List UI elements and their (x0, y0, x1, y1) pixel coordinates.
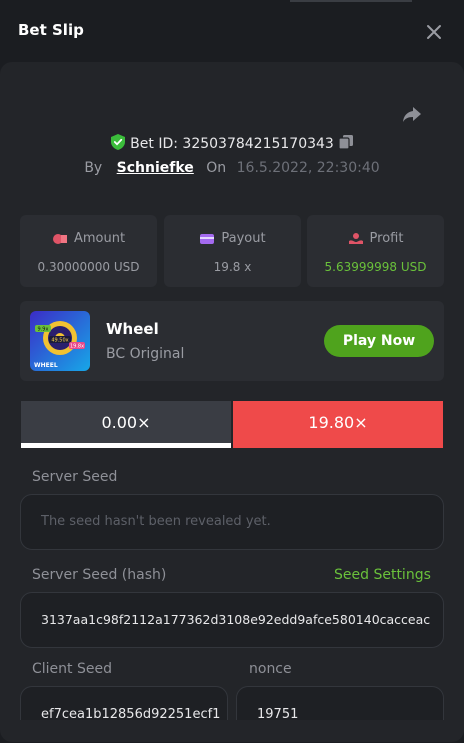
copy-icon[interactable] (338, 134, 354, 154)
header: Bet Slip (0, 0, 464, 62)
multiplier-tab-1[interactable]: 0.00× (21, 401, 231, 448)
game-thumbnail[interactable]: 9.9x 49.50x 19.8x WHEEL (30, 311, 90, 371)
client-seed-field[interactable]: ef7cea1b12856d92251ecf1 (20, 686, 228, 722)
nonce-field[interactable]: 19751 (236, 686, 444, 722)
payout-card: Payout 19.8 x (164, 215, 301, 287)
user-link[interactable]: Schniefke (117, 160, 194, 176)
client-seed-label: Client Seed (32, 661, 112, 677)
amount-icon (52, 231, 74, 246)
multiplier-tab-2[interactable]: 19.80× (233, 401, 443, 448)
payout-label: Payout (221, 231, 266, 246)
game-name: Wheel (106, 320, 159, 338)
wallet-icon (199, 231, 221, 246)
amount-label: Amount (73, 231, 126, 246)
on-label: On (206, 160, 227, 176)
server-seed-field: The seed hasn't been revealed yet. (20, 494, 444, 550)
by-label: By (84, 160, 103, 176)
share-icon[interactable] (400, 102, 424, 126)
server-seed-hash-field[interactable]: 3137aa1c98f2112a177362d3108e92edd9afce58… (20, 592, 444, 648)
server-seed-label: Server Seed (32, 469, 118, 485)
thumb-badge-1: 9.9x (38, 327, 49, 333)
thumb-badge-2: 49.50x (51, 338, 68, 344)
page-title: Bet Slip (18, 21, 84, 39)
game-card: 9.9x 49.50x 19.8x WHEEL Wheel BC Origina… (20, 301, 444, 381)
bet-meta-row: By Schniefke On 16.5.2022, 22:30:40 (0, 160, 464, 176)
amount-card: Amount 0.30000000 USD (20, 215, 157, 287)
bet-id: Bet ID: 32503784215170343 (130, 136, 334, 152)
profit-value: 5.63999998 USD (324, 260, 427, 274)
play-now-button[interactable]: Play Now (324, 325, 434, 357)
bet-date: 16.5.2022, 22:30:40 (236, 160, 380, 176)
payout-value: 19.8 x (213, 260, 252, 274)
amount-value: 0.30000000 USD (37, 260, 140, 274)
profit-icon (348, 231, 370, 246)
profit-label: Profit (369, 231, 404, 246)
shield-check-icon (110, 133, 126, 155)
bet-id-row: Bet ID: 32503784215170343 (0, 133, 464, 155)
server-seed-hash-label: Server Seed (hash) (32, 567, 167, 583)
thumb-text: WHEEL (34, 362, 58, 369)
nonce-label: nonce (249, 661, 292, 677)
close-icon[interactable] (424, 22, 444, 42)
seed-settings-link[interactable]: Seed Settings (334, 567, 431, 583)
game-subtitle: BC Original (106, 346, 185, 362)
thumb-badge-3: 19.8x (70, 344, 84, 350)
profit-card: Profit 5.63999998 USD (307, 215, 444, 287)
